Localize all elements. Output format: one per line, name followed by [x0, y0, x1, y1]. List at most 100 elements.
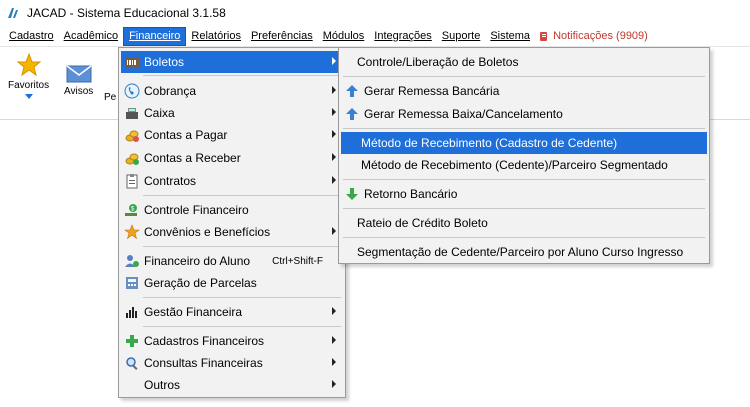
money-hand-icon: $ [125, 204, 137, 216]
notifications-label: Notificações (9909) [553, 29, 648, 42]
boletos-submenu: Controle/Liberação de Boletos Gerar Reme… [338, 47, 710, 264]
shortcut-label: Ctrl+Shift-F [272, 255, 323, 267]
menu-item-label: Controle Financeiro [144, 203, 249, 217]
menu-item-gestao-financeira[interactable]: Gestão Financeira [121, 301, 343, 323]
menu-separator [343, 76, 705, 77]
notification-flag-icon [540, 31, 548, 41]
menu-item-label: Gestão Financeira [144, 305, 243, 319]
menu-item-cobranca[interactable]: Cobrança [121, 80, 343, 102]
submenu-arrow-icon [332, 307, 336, 315]
submenu-item-label: Método de Recebimento (Cadastro de Ceden… [361, 136, 618, 150]
plus-icon [126, 335, 138, 347]
menu-separator [143, 246, 341, 247]
menu-item-boletos[interactable]: Boletos [121, 51, 343, 73]
phone-icon [124, 83, 140, 99]
clipboard-icon [126, 174, 138, 189]
submenu-item-gerar-remessa-bancaria[interactable]: Gerar Remessa Bancária [341, 80, 707, 102]
student-icon [125, 255, 139, 267]
menu-item-label: Contratos [144, 174, 197, 188]
menu-item-controle-financeiro[interactable]: $ Controle Financeiro [121, 199, 343, 221]
submenu-arrow-icon [332, 86, 336, 94]
menu-item-contratos[interactable]: Contratos [121, 170, 343, 192]
menu-preferencias[interactable]: Preferências [246, 27, 318, 46]
partial-toolbar-label: Pe [104, 92, 117, 103]
menu-item-geracao-de-parcelas[interactable]: Geração de Parcelas [121, 272, 343, 294]
favoritos-dropdown-icon[interactable] [24, 94, 33, 99]
submenu-item-metodo-recebimento-cadastro-cedente[interactable]: Método de Recebimento (Cadastro de Ceden… [341, 132, 707, 154]
menu-suporte[interactable]: Suporte [437, 27, 486, 46]
coins-icon [125, 153, 139, 165]
submenu-item-controle-liberacao-boletos[interactable]: Controle/Liberação de Boletos [341, 51, 707, 73]
submenu-item-label: Gerar Remessa Baixa/Cancelamento [364, 107, 563, 121]
menu-sistema[interactable]: Sistema [485, 27, 535, 46]
submenu-item-label: Segmentação de Cedente/Parceiro por Alun… [357, 245, 684, 259]
star-icon [124, 224, 140, 240]
menu-item-label: Cobrança [144, 84, 197, 98]
menu-separator [143, 195, 341, 196]
boletos-icon [125, 58, 139, 67]
menu-item-outros[interactable]: Outros [121, 374, 343, 396]
submenu-item-label: Controle/Liberação de Boletos [357, 55, 519, 69]
submenu-item-metodo-recebimento-parceiro-segmentado[interactable]: Método de Recebimento (Cedente)/Parceiro… [341, 154, 707, 176]
submenu-item-label: Retorno Bancário [364, 187, 458, 201]
avisos-button[interactable]: Avisos [64, 64, 93, 97]
menu-separator [143, 75, 341, 76]
magnifier-icon [126, 357, 138, 370]
submenu-item-label: Método de Recebimento (Cedente)/Parceiro… [361, 158, 668, 172]
submenu-item-gerar-remessa-baixa-cancelamento[interactable]: Gerar Remessa Baixa/Cancelamento [341, 103, 707, 125]
menu-relatorios[interactable]: Relatórios [186, 27, 246, 46]
partial-toolbar-button[interactable]: Pe [104, 90, 116, 103]
menu-item-label: Cadastros Financeiros [144, 334, 265, 348]
menu-item-convenios-beneficios[interactable]: Convênios e Benefícios [121, 221, 343, 243]
menu-financeiro[interactable]: Financeiro [123, 26, 187, 46]
menu-academico[interactable]: Acadêmico [59, 27, 123, 46]
title-bar: JACAD - Sistema Educacional 3.1.58 [0, 0, 750, 26]
menu-item-label: Contas a Receber [144, 151, 241, 165]
menu-item-label: Boletos [144, 55, 185, 69]
menu-item-caixa[interactable]: Caixa [121, 102, 343, 124]
menu-item-contas-a-receber[interactable]: Contas a Receber [121, 147, 343, 169]
submenu-arrow-icon [332, 336, 336, 344]
submenu-item-retorno-bancario[interactable]: Retorno Bancário [341, 183, 707, 205]
menu-item-label: Geração de Parcelas [144, 276, 257, 290]
menu-item-financeiro-do-aluno[interactable]: Financeiro do Aluno Ctrl+Shift-F [121, 250, 343, 272]
jacad-logo-icon [8, 8, 18, 18]
menu-cadastro[interactable]: Cadastro [4, 27, 59, 46]
submenu-arrow-icon [332, 153, 336, 161]
menu-item-cadastros-financeiros[interactable]: Cadastros Financeiros [121, 330, 343, 352]
menu-integracoes[interactable]: Integrações [369, 27, 436, 46]
bar-chart-icon [126, 307, 137, 318]
menu-item-contas-a-pagar[interactable]: Contas a Pagar [121, 124, 343, 146]
menu-item-label: Consultas Financeiras [144, 356, 263, 370]
submenu-item-label: Rateio de Crédito Boleto [357, 216, 488, 230]
submenu-arrow-icon [332, 227, 336, 235]
menu-separator [343, 128, 705, 129]
submenu-item-segmentacao-cedente-parceiro[interactable]: Segmentação de Cedente/Parceiro por Alun… [341, 241, 707, 263]
star-icon [16, 52, 41, 77]
upload-arrow-icon [346, 108, 358, 120]
menu-modulos[interactable]: Módulos [318, 27, 370, 46]
download-arrow-icon [346, 188, 358, 200]
upload-arrow-icon [346, 85, 358, 97]
menu-separator [343, 208, 705, 209]
menu-separator [143, 297, 341, 298]
submenu-arrow-icon [332, 130, 336, 138]
menu-item-consultas-financeiras[interactable]: Consultas Financeiras [121, 352, 343, 374]
notifications-menu[interactable]: Notificações (9909) [535, 27, 653, 46]
empty-icon-slot [124, 377, 140, 393]
menu-separator [343, 237, 705, 238]
favoritos-button[interactable]: Favoritos [8, 52, 49, 99]
financeiro-menu: Boletos Cobrança Caixa Contas a Pagar Co… [118, 47, 346, 398]
submenu-arrow-icon [332, 108, 336, 116]
calculator-icon [126, 277, 138, 289]
submenu-item-rateio-credito-boleto[interactable]: Rateio de Crédito Boleto [341, 212, 707, 234]
menu-item-label: Caixa [144, 106, 175, 120]
menu-item-label: Financeiro do Aluno [144, 254, 251, 268]
favoritos-label: Favoritos [8, 80, 50, 91]
envelope-icon [66, 65, 92, 83]
submenu-arrow-icon [332, 358, 336, 366]
submenu-arrow-icon [332, 176, 336, 184]
window-title: JACAD - Sistema Educacional 3.1.58 [27, 6, 226, 20]
submenu-item-label: Gerar Remessa Bancária [364, 84, 500, 98]
menu-item-label: Outros [144, 378, 181, 392]
